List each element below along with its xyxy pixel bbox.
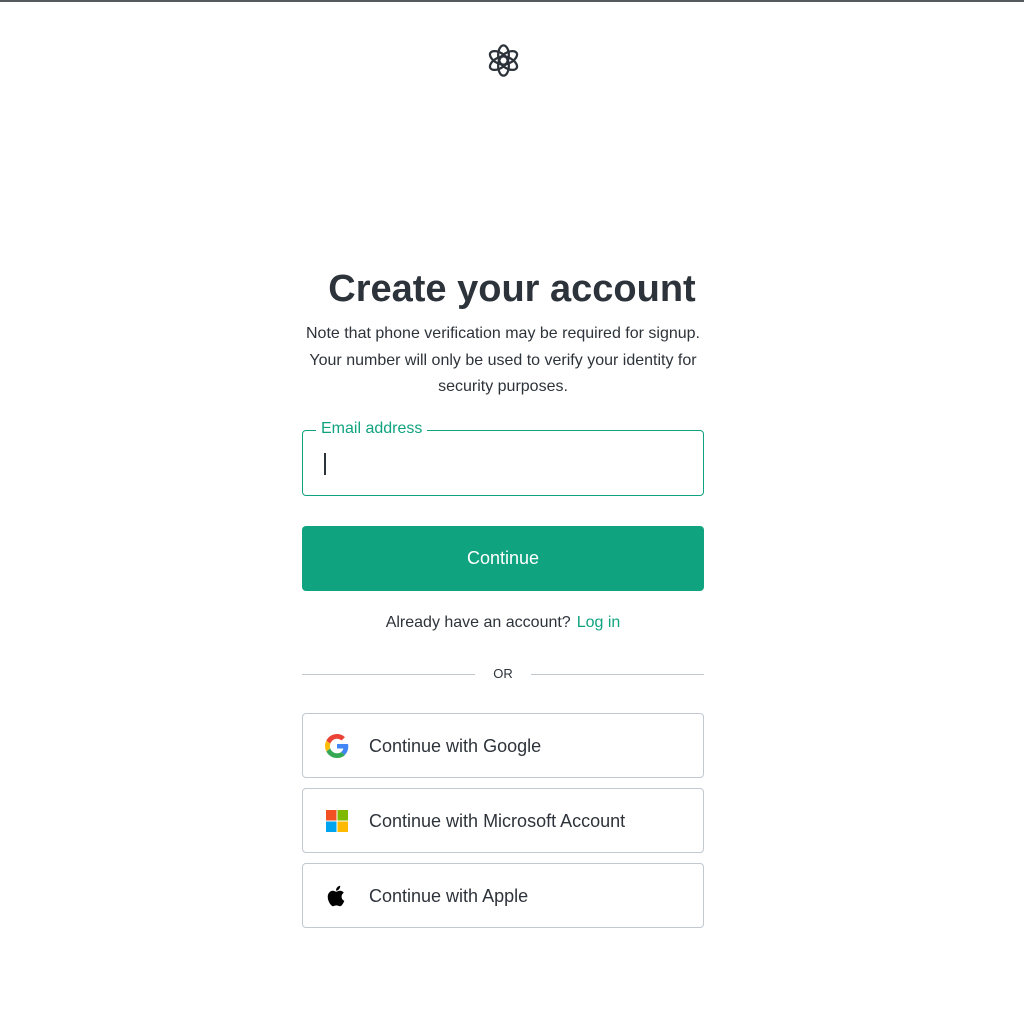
continue-with-microsoft-button[interactable]: Continue with Microsoft Account	[302, 788, 704, 853]
page-title: Create your account	[328, 268, 696, 310]
apple-button-label: Continue with Apple	[369, 886, 529, 906]
google-icon	[325, 734, 349, 758]
continue-button[interactable]: Continue	[302, 526, 704, 591]
apple-icon	[325, 884, 349, 908]
google-button-label: Continue with Google	[369, 736, 542, 756]
divider-or-text: OR	[493, 666, 513, 681]
text-cursor	[324, 453, 326, 475]
login-prompt-text: Already have an account?	[385, 614, 571, 631]
microsoft-button-label: Continue with Microsoft Account	[369, 811, 626, 831]
continue-with-google-button[interactable]: Continue with Google	[302, 713, 704, 778]
continue-with-apple-button[interactable]: Continue with Apple	[302, 863, 704, 928]
openai-logo-icon	[483, 40, 524, 81]
login-link[interactable]: Log in	[577, 614, 621, 631]
email-field[interactable]: Email address	[302, 419, 704, 496]
email-input[interactable]	[319, 445, 679, 481]
divider-line-left	[302, 674, 475, 675]
email-field-label: Email address	[316, 419, 428, 439]
phone-verification-note: Note that phone verification may be requ…	[305, 325, 700, 395]
top-border	[0, 0, 1024, 2]
microsoft-icon	[325, 809, 349, 833]
login-prompt-row: Already have an account? Log in	[0, 612, 1006, 634]
divider-line-right	[531, 674, 704, 675]
